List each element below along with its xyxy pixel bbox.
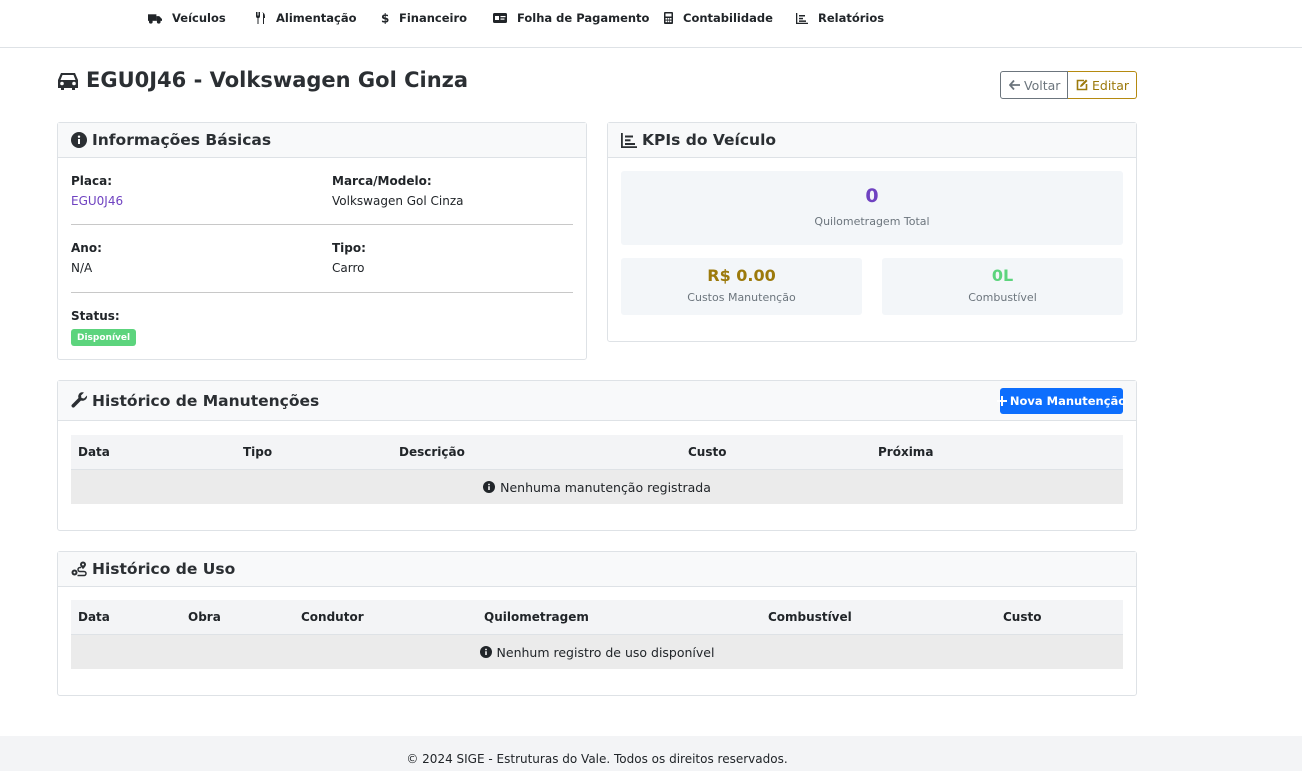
kpi-km-box: 0 Quilometragem Total: [621, 171, 1123, 245]
nav-item-contabilidade[interactable]: Contabilidade: [664, 10, 773, 26]
info-circle-icon: [479, 646, 492, 658]
manutencoes-table-header: Data Tipo Descrição Custo Próxima: [71, 435, 1123, 470]
status-label: Status:: [71, 309, 120, 323]
arrow-left-icon: [1009, 80, 1020, 90]
plus-icon: [996, 393, 1007, 409]
page-title-text: EGU0J46 - Volkswagen Gol Cinza: [86, 68, 469, 92]
column-header: Custo: [688, 445, 727, 459]
column-header: Combustível: [768, 610, 852, 624]
top-navbar: Veículos Alimentação $ Financeiro Folha …: [0, 0, 1302, 48]
kpi-card-title: KPIs do Veículo: [642, 131, 777, 149]
nav-item-veiculos[interactable]: Veículos: [148, 10, 226, 26]
column-header: Data: [78, 445, 110, 459]
footer-text: © 2024 SIGE - Estruturas do Vale. Todos …: [406, 752, 788, 766]
kpi-custos-box: R$ 0.00 Custos Manutenção: [621, 258, 862, 315]
column-header: Próxima: [878, 445, 934, 459]
id-card-icon: [493, 12, 507, 24]
car-icon: [56, 70, 80, 90]
column-header: Quilometragem: [484, 610, 589, 624]
chart-icon: [796, 12, 808, 24]
kpi-card-header: KPIs do Veículo: [608, 123, 1136, 158]
page-title: EGU0J46 - Volkswagen Gol Cinza: [56, 68, 468, 92]
nav-item-financeiro[interactable]: $ Financeiro: [381, 10, 467, 26]
combustivel-label: Combustível: [968, 291, 1037, 304]
nav-label: Financeiro: [399, 11, 468, 25]
uso-table-header: Data Obra Condutor Quilometragem Combust…: [71, 600, 1123, 635]
nav-label: Folha de Pagamento: [517, 11, 650, 25]
svg-text:$: $: [381, 12, 389, 24]
uso-card-title: Histórico de Uso: [92, 560, 236, 578]
editar-button[interactable]: Editar: [1068, 71, 1137, 99]
dollar-icon: $: [381, 12, 389, 24]
info-card-header: Informações Básicas: [58, 123, 586, 158]
km-label: Quilometragem Total: [814, 215, 930, 228]
info-card: Informações Básicas Placa: EGU0J46 Marca…: [57, 122, 587, 360]
truck-icon: [148, 12, 162, 24]
manutencoes-card-title: Histórico de Manutenções: [92, 391, 320, 410]
placa-value[interactable]: EGU0J46: [71, 194, 123, 208]
combustivel-value: 0L: [991, 266, 1014, 285]
nav-label: Veículos: [172, 11, 226, 25]
footer: © 2024 SIGE - Estruturas do Vale. Todos …: [0, 736, 1302, 771]
nova-manutencao-label: Nova Manutenção: [1009, 394, 1127, 408]
divider: [71, 292, 573, 293]
column-header: Descrição: [399, 445, 465, 459]
km-value: 0: [865, 185, 879, 207]
nav-label: Relatórios: [818, 11, 885, 25]
tipo-label: Tipo:: [332, 241, 366, 255]
route-icon: [71, 561, 88, 577]
info-card-title: Informações Básicas: [92, 131, 272, 149]
tipo-value: Carro: [332, 261, 365, 275]
info-circle-icon: [71, 132, 88, 148]
column-header: Condutor: [301, 610, 364, 624]
column-header: Custo: [1003, 610, 1042, 624]
voltar-button[interactable]: Voltar: [1000, 71, 1068, 99]
nav-item-alimentacao[interactable]: Alimentação: [256, 10, 357, 26]
uso-card: Histórico de Uso Data Obra Condutor Quil…: [57, 551, 1137, 696]
empty-message: Nenhuma manutenção registrada: [500, 479, 711, 495]
utensils-icon: [256, 12, 266, 24]
empty-row: Nenhuma manutenção registrada: [71, 469, 1123, 504]
manutencoes-card: Histórico de Manutenções Nova Manutenção…: [57, 380, 1137, 531]
nav-item-relatorios[interactable]: Relatórios: [796, 10, 884, 26]
ano-label: Ano:: [71, 241, 102, 255]
editar-label: Editar: [1092, 77, 1130, 93]
uso-card-header: Histórico de Uso: [58, 552, 1136, 587]
custos-value: R$ 0.00: [707, 266, 776, 285]
page-actions: Voltar Editar: [1000, 71, 1137, 99]
nova-manutencao-button[interactable]: Nova Manutenção: [996, 388, 1127, 414]
column-header: Tipo: [243, 445, 273, 459]
calculator-icon: [664, 12, 673, 24]
custos-label: Custos Manutenção: [687, 291, 796, 304]
manutencoes-card-header: Histórico de Manutenções Nova Manutenção: [58, 381, 1136, 421]
kpi-card: KPIs do Veículo 0 Quilometragem Total R$…: [607, 122, 1137, 342]
edit-icon: [1076, 79, 1088, 91]
wrench-icon: [71, 392, 88, 409]
chart-icon: [621, 132, 638, 148]
status-badge: Disponível: [71, 329, 137, 346]
empty-row: Nenhum registro de uso disponível: [71, 634, 1123, 669]
info-circle-icon: [483, 481, 496, 493]
marca-value: Volkswagen Gol Cinza: [332, 194, 464, 208]
kpi-combustivel-box: 0L Combustível: [882, 258, 1123, 315]
nav-label: Alimentação: [276, 11, 357, 25]
column-header: Data: [78, 610, 110, 624]
nav-item-folha-pagamento[interactable]: Folha de Pagamento: [493, 10, 649, 26]
empty-message: Nenhum registro de uso disponível: [496, 644, 715, 660]
voltar-label: Voltar: [1024, 77, 1061, 93]
placa-label: Placa:: [71, 174, 113, 188]
divider: [71, 224, 573, 225]
nav-label: Contabilidade: [683, 11, 773, 25]
ano-value: N/A: [71, 261, 93, 275]
marca-label: Marca/Modelo:: [332, 174, 432, 188]
column-header: Obra: [188, 610, 221, 624]
